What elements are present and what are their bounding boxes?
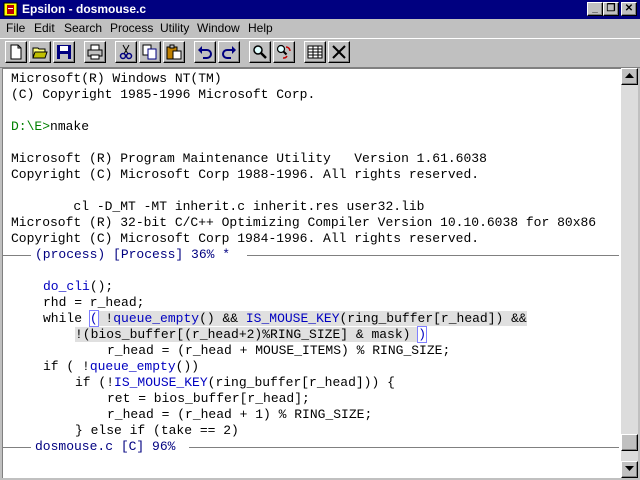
find-replace-icon [276, 44, 291, 59]
source-mode-line-text: dosmouse.c [C] 96% [35, 439, 176, 455]
menu-help[interactable]: Help [248, 21, 273, 35]
source-mode-line[interactable]: dosmouse.c [C] 96% [3, 439, 621, 455]
process-output-line: Microsoft (R) 32-bit C/C++ Optimizing Co… [11, 215, 597, 230]
open-file-button[interactable] [29, 41, 51, 63]
magnifier-icon [253, 45, 267, 59]
code-line: r_head = (r_head + 1) % RING_SIZE; [107, 407, 373, 422]
menu-utility[interactable]: Utility [160, 21, 189, 35]
cut-button[interactable] [115, 41, 137, 63]
process-prompt-line: D:\E>nmake [11, 119, 89, 135]
menu-bar: File Edit Search Process Utility Window … [0, 19, 640, 37]
code-line: !(bios_buffer[(r_head+2)%RING_SIZE] & ma… [75, 326, 428, 343]
code-line: ret = bios_buffer[r_head]; [107, 391, 310, 406]
app-icon[interactable] [3, 2, 18, 17]
open-folder-icon [32, 47, 48, 59]
code-line: if (!IS_MOUSE_KEY(ring_buffer[r_head])) … [75, 375, 395, 390]
scroll-thumb[interactable] [621, 434, 638, 451]
menu-window[interactable]: Window [197, 21, 240, 35]
minimize-button[interactable]: _ [587, 2, 603, 16]
code-line: r_head = (r_head + MOUSE_ITEMS) % RING_S… [107, 343, 451, 358]
mode-line-rule [247, 255, 619, 256]
matched-paren: ) [417, 326, 428, 343]
copy-button[interactable] [139, 41, 161, 63]
window-title: Epsilon - dosmouse.c [22, 2, 147, 16]
shell-prompt: D:\E> [11, 119, 51, 134]
redo-icon [222, 46, 236, 59]
undo-icon [198, 46, 212, 59]
shell-command: nmake [50, 119, 90, 134]
process-output-line: (C) Copyright 1985-1996 Microsoft Corp. [11, 87, 316, 102]
arrow-up-icon [625, 73, 634, 78]
close-buffer-button[interactable] [328, 41, 350, 63]
print-button[interactable] [84, 41, 106, 63]
matched-paren: ( [88, 310, 99, 327]
code-line: while ( !queue_empty() && IS_MOUSE_KEY(r… [43, 310, 527, 327]
menu-process[interactable]: Process [110, 21, 153, 35]
columns-icon [307, 45, 323, 59]
save-button[interactable] [53, 41, 75, 63]
printer-icon [87, 44, 103, 60]
vertical-scrollbar[interactable] [621, 68, 638, 478]
process-mode-line-text: (process) [Process] 36% * [35, 247, 231, 263]
undo-button[interactable] [194, 41, 216, 63]
save-icon [57, 45, 71, 59]
menu-edit[interactable]: Edit [34, 21, 55, 35]
redo-button[interactable] [218, 41, 240, 63]
find-button[interactable] [249, 41, 271, 63]
scroll-up-button[interactable] [621, 68, 638, 85]
new-file-button[interactable] [5, 41, 27, 63]
editor-pane[interactable]: Microsoft(R) Windows NT(TM) (C) Copyrigh… [2, 68, 621, 478]
arrow-down-icon [625, 466, 634, 471]
x-icon [332, 45, 346, 59]
process-output-line: Copyright (C) Microsoft Corp 1984-1996. … [11, 231, 480, 246]
code-line: rhd = r_head; [43, 295, 145, 310]
process-output-line: Microsoft(R) Windows NT(TM) [11, 71, 222, 86]
find-replace-button[interactable] [273, 41, 295, 63]
title-bar[interactable]: Epsilon - dosmouse.c _ ❐ ✕ [0, 0, 640, 19]
mode-line-rule [3, 447, 31, 448]
scroll-down-button[interactable] [621, 461, 638, 478]
process-output-line: Copyright (C) Microsoft Corp 1988-1996. … [11, 167, 480, 182]
columns-button[interactable] [304, 41, 326, 63]
close-button[interactable]: ✕ [621, 2, 637, 16]
process-mode-line[interactable]: (process) [Process] 36% * [3, 247, 621, 263]
mode-line-rule [3, 255, 31, 256]
process-output-line: Microsoft (R) Program Maintenance Utilit… [11, 151, 487, 166]
restore-button[interactable]: ❐ [603, 2, 619, 16]
toolbar [0, 38, 640, 68]
menu-search[interactable]: Search [64, 21, 102, 35]
code-line: } else if (take == 2) [75, 423, 239, 438]
paste-button[interactable] [163, 41, 185, 63]
copy-icon [142, 44, 157, 60]
menu-file[interactable]: File [6, 21, 25, 35]
code-line: if ( !queue_empty()) [43, 359, 200, 374]
process-output-line: cl -D_MT -MT inherit.c inherit.res user3… [11, 199, 425, 214]
paste-icon [166, 44, 182, 60]
new-file-icon [10, 44, 22, 60]
scissors-icon [119, 44, 133, 60]
code-line: do_cli(); [43, 279, 114, 294]
mode-line-rule [189, 447, 619, 448]
